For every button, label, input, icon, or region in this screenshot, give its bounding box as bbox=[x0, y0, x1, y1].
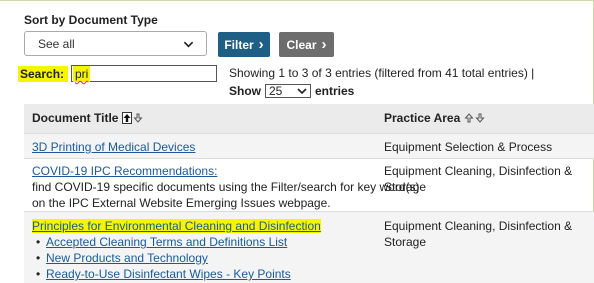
entries-label: entries bbox=[315, 84, 355, 98]
document-title-cell: Principles for Environmental Cleaning an… bbox=[32, 218, 321, 282]
document-link[interactable]: Principles for Environmental Cleaning an… bbox=[32, 219, 321, 233]
practice-area-cell: Equipment Selection & Process bbox=[384, 140, 553, 154]
list-item: New Products and Technology bbox=[32, 250, 321, 266]
sort-up-icon[interactable] bbox=[122, 112, 133, 124]
page-length-value: 25 bbox=[269, 84, 283, 98]
sub-document-link[interactable]: Ready-to-Use Disinfectant Wipes - Key Po… bbox=[46, 267, 291, 281]
document-type-select[interactable]: See all bbox=[24, 31, 207, 56]
document-link[interactable]: 3D Printing of Medical Devices bbox=[32, 139, 195, 155]
chevron-right-icon: › bbox=[258, 36, 264, 53]
clear-button-label: Clear bbox=[286, 37, 317, 52]
document-link[interactable]: COVID-19 IPC Recommendations: bbox=[32, 163, 419, 179]
column-header-practice-area[interactable]: Practice Area bbox=[384, 111, 485, 125]
filter-button-label: Filter bbox=[224, 37, 254, 52]
search-input-value: pri bbox=[73, 66, 91, 82]
column-header-label: Practice Area bbox=[384, 111, 461, 125]
sub-document-list: Accepted Cleaning Terms and Definitions … bbox=[32, 234, 321, 282]
document-description: find COVID-19 specific documents using t… bbox=[32, 180, 420, 194]
column-header-label: Document Title bbox=[32, 111, 119, 125]
showing-entries-text: Showing 1 to 3 of 3 entries (filtered fr… bbox=[229, 66, 535, 80]
clear-button[interactable]: Clear › bbox=[279, 32, 334, 57]
filter-button[interactable]: Filter › bbox=[218, 32, 270, 57]
document-description: on the IPC External Website Emerging Iss… bbox=[32, 196, 331, 210]
column-header-document-title[interactable]: Document Title bbox=[32, 111, 144, 125]
chevron-down-icon bbox=[297, 88, 307, 95]
practice-area-text: Storage bbox=[384, 180, 427, 194]
show-label: Show bbox=[229, 84, 261, 98]
sort-down-icon[interactable] bbox=[475, 112, 485, 124]
sub-document-link[interactable]: New Products and Technology bbox=[46, 251, 208, 265]
sort-up-icon[interactable] bbox=[464, 112, 474, 124]
table-row: 3D Printing of Medical Devices Equipment… bbox=[24, 133, 594, 158]
list-item: Ready-to-Use Disinfectant Wipes - Key Po… bbox=[32, 266, 321, 282]
sort-down-icon[interactable] bbox=[133, 112, 144, 124]
practice-area-text: Equipment Cleaning, Disinfection & bbox=[384, 219, 573, 233]
page-length-control: Show 25 entries bbox=[229, 84, 354, 98]
table-row: COVID-19 IPC Recommendations: find COVID… bbox=[24, 158, 594, 211]
list-item: Accepted Cleaning Terms and Definitions … bbox=[32, 234, 321, 250]
table-header: Document Title Practice Area bbox=[24, 104, 594, 133]
search-input[interactable] bbox=[71, 65, 217, 82]
chevron-down-icon bbox=[183, 41, 194, 48]
document-title-cell: COVID-19 IPC Recommendations: find COVID… bbox=[32, 163, 419, 211]
search-label: Search: bbox=[18, 66, 68, 82]
documents-table: Document Title Practice Area 3D Printing… bbox=[24, 104, 594, 283]
practice-area-text: Equipment Cleaning, Disinfection & bbox=[384, 164, 573, 178]
sort-by-label: Sort by Document Type bbox=[24, 13, 158, 27]
document-type-select-value: See all bbox=[38, 37, 75, 51]
sub-document-link[interactable]: Accepted Cleaning Terms and Definitions … bbox=[46, 235, 287, 249]
practice-area-cell: Equipment Cleaning, Disinfection & Stora… bbox=[384, 163, 572, 195]
page-length-select[interactable]: 25 bbox=[265, 84, 311, 98]
table-row: Principles for Environmental Cleaning an… bbox=[24, 211, 594, 283]
practice-area-text: Storage bbox=[384, 235, 427, 249]
chevron-right-icon: › bbox=[321, 36, 327, 53]
practice-area-cell: Equipment Cleaning, Disinfection & Stora… bbox=[384, 218, 572, 250]
